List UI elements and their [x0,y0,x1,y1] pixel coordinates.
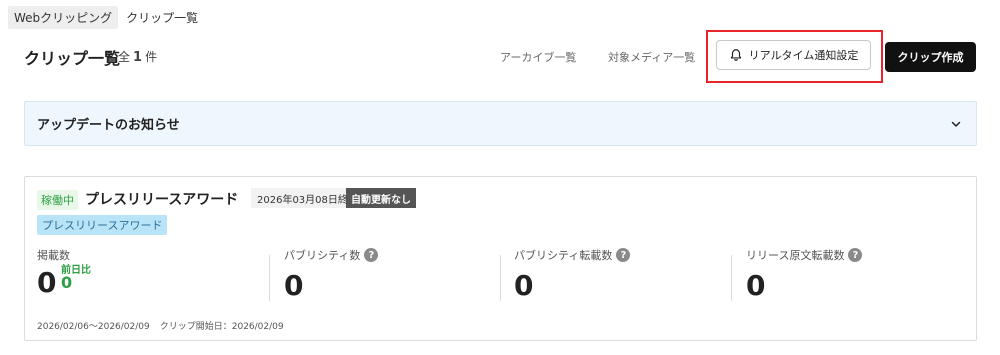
chevron-down-icon[interactable] [950,118,962,130]
stat-release-original-reprint: リリース原文転載数 ? 0 [746,247,863,302]
page-title: クリップ一覧 [24,49,121,68]
question-icon[interactable]: ? [616,248,631,262]
breadcrumb-webclipping-link[interactable]: Webクリッピング [8,6,119,29]
stat-publicity: パブリシティ数 ? 0 [284,247,379,302]
stat-label: パブリシティ転載数 [514,249,613,262]
stat-publications: 掲載数 前日比 0 0 [37,247,91,297]
auto-update-badge: 自動更新なし [346,188,416,208]
clip-tag: プレスリリースアワード [37,215,168,235]
clip-start-date: クリップ開始日：2026/02/09 [159,322,284,332]
bell-icon [730,49,741,61]
question-icon[interactable]: ? [848,248,863,262]
stat-label-row: パブリシティ数 ? [284,247,379,263]
breadcrumb-current: クリップ一覧 [126,11,199,25]
status-badge: 稼働中 [37,190,78,210]
breadcrumb: Webクリッピング クリップ一覧 [8,6,198,29]
divider [500,255,501,301]
divider [269,255,270,301]
divider [731,255,732,301]
stat-publicity-reprint: パブリシティ転載数 ? 0 [514,247,631,302]
update-notice-accordion[interactable]: アップデートのお知らせ [24,101,977,146]
stat-value: 0 [514,269,534,302]
count-suffix: 件 [145,50,158,64]
clip-card[interactable]: 稼働中 プレスリリースアワード 2026年03月08日終了 自動更新なし プレス… [24,176,977,341]
stat-label: リリース原文転載数 [746,249,845,262]
stat-label-row: パブリシティ転載数 ? [514,247,631,263]
realtime-notification-settings-button[interactable]: リアルタイム通知設定 [716,40,871,70]
clip-name[interactable]: プレスリリースアワード [85,189,238,209]
update-notice-title: アップデートのお知らせ [37,118,180,133]
notify-button-label: リアルタイム通知設定 [748,49,859,62]
create-clip-button[interactable]: クリップ作成 [885,42,976,72]
stat-value: 0 [37,266,57,299]
clip-period: 2026/02/06〜2026/02/09 [37,322,150,332]
stat-label-row: リリース原文転載数 ? [746,247,863,263]
count-prefix: 全 [118,50,131,64]
archive-list-link[interactable]: アーカイブ一覧 [500,49,576,65]
diff-value: 0 [61,273,73,292]
stat-value: 0 [284,269,304,302]
clip-footer: 2026/02/06〜2026/02/09 クリップ開始日：2026/02/09 [37,319,284,332]
count-value: 1 [133,50,143,65]
question-icon[interactable]: ? [364,248,379,262]
stat-value: 0 [746,269,766,302]
target-media-list-link[interactable]: 対象メディア一覧 [608,49,695,65]
stat-label: パブリシティ数 [284,249,361,262]
clip-count: 全 1 件 [118,48,157,65]
